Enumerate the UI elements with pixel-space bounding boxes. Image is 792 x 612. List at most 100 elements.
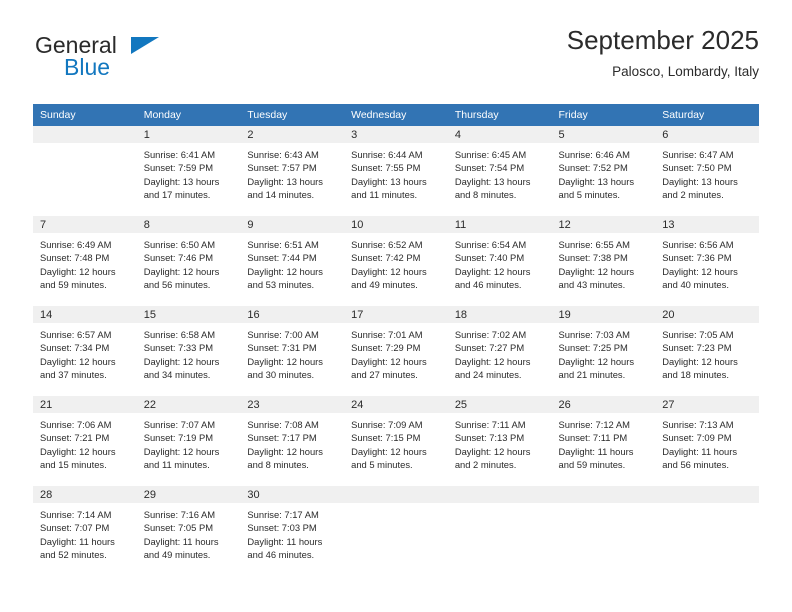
day-cell[interactable]: 10 Sunrise: 6:52 AM Sunset: 7:42 PM Dayl… [344,216,448,306]
day-cell[interactable]: 12 Sunrise: 6:55 AM Sunset: 7:38 PM Dayl… [551,216,656,306]
daylight-text: Daylight: 12 hours [454,355,531,367]
day-cell[interactable]: 24 Sunrise: 7:09 AM Sunset: 7:15 PM Dayl… [344,396,448,486]
daylight-text: Daylight: 12 hours [40,355,116,367]
day-cell-inner: 6 Sunrise: 6:47 AM Sunset: 7:50 PM Dayli… [655,126,759,216]
day-details: Sunrise: 7:05 AM Sunset: 7:23 PM Dayligh… [655,323,759,382]
daylight-text: Daylight: 13 hours [351,175,427,187]
day-number: 22 [136,396,241,413]
daylight-text-cont: and 30 minutes. [247,369,315,381]
daylight-text-cont: and 34 minutes. [143,369,211,381]
day-cell[interactable]: 3 Sunrise: 6:44 AM Sunset: 7:55 PM Dayli… [344,126,448,216]
day-cell[interactable] [33,126,137,216]
daylight-text: Daylight: 12 hours [143,445,220,457]
day-cell-inner: 18 Sunrise: 7:02 AM Sunset: 7:27 PM Dayl… [447,306,552,396]
sunset-text: Sunset: 7:54 PM [454,162,525,174]
day-cell[interactable]: 22 Sunrise: 7:07 AM Sunset: 7:19 PM Dayl… [136,396,241,486]
day-number: 20 [655,306,759,323]
daylight-text: Daylight: 11 hours [662,445,738,457]
brand-logo[interactable]: General Blue [33,26,293,88]
daylight-text: Daylight: 11 hours [247,535,323,547]
day-cell[interactable]: 2 Sunrise: 6:43 AM Sunset: 7:57 PM Dayli… [240,126,345,216]
daylight-text: Daylight: 12 hours [247,265,323,277]
day-cell-inner: 30 Sunrise: 7:17 AM Sunset: 7:03 PM Dayl… [240,486,345,576]
brand-triangle-icon [131,37,159,54]
day-details: Sunrise: 7:08 AM Sunset: 7:17 PM Dayligh… [240,413,344,472]
day-number: 17 [344,306,448,323]
day-cell[interactable]: 14 Sunrise: 6:57 AM Sunset: 7:34 PM Dayl… [33,306,137,396]
daylight-text-cont: and 2 minutes. [454,459,517,471]
sunrise-text: Sunrise: 7:17 AM [247,509,319,520]
daylight-text: Daylight: 12 hours [40,265,116,277]
day-cell-inner: 22 Sunrise: 7:07 AM Sunset: 7:19 PM Dayl… [136,396,241,486]
day-number [551,486,656,503]
calendar-week-row: 14 Sunrise: 6:57 AM Sunset: 7:34 PM Dayl… [33,306,759,396]
day-number: 15 [136,306,241,323]
day-cell-inner: 2 Sunrise: 6:43 AM Sunset: 7:57 PM Dayli… [240,126,345,216]
day-number: 5 [551,126,656,143]
day-cell[interactable]: 1 Sunrise: 6:41 AM Sunset: 7:59 PM Dayli… [136,126,241,216]
day-cell[interactable]: 6 Sunrise: 6:47 AM Sunset: 7:50 PM Dayli… [655,126,759,216]
sunset-text: Sunset: 7:31 PM [247,342,317,354]
sunset-text: Sunset: 7:17 PM [247,432,317,444]
daylight-text: Daylight: 12 hours [351,265,427,277]
day-cell[interactable] [344,486,448,576]
sunrise-text: Sunrise: 6:41 AM [143,149,216,160]
day-cell[interactable]: 5 Sunrise: 6:46 AM Sunset: 7:52 PM Dayli… [551,126,656,216]
day-cell-inner: 13 Sunrise: 6:56 AM Sunset: 7:36 PM Dayl… [655,216,759,306]
day-cell[interactable]: 21 Sunrise: 7:06 AM Sunset: 7:21 PM Dayl… [33,396,137,486]
day-details: Sunrise: 6:41 AM Sunset: 7:59 PM Dayligh… [137,143,241,202]
day-cell[interactable]: 16 Sunrise: 7:00 AM Sunset: 7:31 PM Dayl… [240,306,345,396]
daylight-text: Daylight: 12 hours [247,445,323,457]
day-cell[interactable]: 29 Sunrise: 7:16 AM Sunset: 7:05 PM Dayl… [136,486,241,576]
day-cell[interactable]: 4 Sunrise: 6:45 AM Sunset: 7:54 PM Dayli… [447,126,552,216]
sunrise-text: Sunrise: 6:47 AM [662,149,734,160]
day-details: Sunrise: 6:43 AM Sunset: 7:57 PM Dayligh… [240,143,344,202]
day-cell[interactable]: 20 Sunrise: 7:05 AM Sunset: 7:23 PM Dayl… [655,306,759,396]
daylight-text: Daylight: 12 hours [662,265,738,277]
day-cell[interactable]: 26 Sunrise: 7:12 AM Sunset: 7:11 PM Dayl… [551,396,656,486]
day-number: 4 [447,126,552,143]
day-cell[interactable] [551,486,656,576]
page-title: September 2025 [566,25,759,55]
sunrise-text: Sunrise: 7:01 AM [351,329,423,340]
day-details: Sunrise: 6:56 AM Sunset: 7:36 PM Dayligh… [655,233,759,292]
daylight-text-cont: and 15 minutes. [40,459,107,471]
day-number: 24 [344,396,448,413]
day-cell[interactable]: 15 Sunrise: 6:58 AM Sunset: 7:33 PM Dayl… [136,306,241,396]
daylight-text: Daylight: 12 hours [143,355,220,367]
day-cell[interactable]: 18 Sunrise: 7:02 AM Sunset: 7:27 PM Dayl… [447,306,552,396]
day-cell[interactable]: 9 Sunrise: 6:51 AM Sunset: 7:44 PM Dayli… [240,216,345,306]
sunset-text: Sunset: 7:07 PM [40,522,110,534]
daylight-text: Daylight: 13 hours [662,175,738,187]
sunrise-text: Sunrise: 7:03 AM [558,329,630,340]
daylight-text-cont: and 14 minutes. [247,189,315,201]
day-details: Sunrise: 7:06 AM Sunset: 7:21 PM Dayligh… [33,413,137,472]
day-cell[interactable]: 17 Sunrise: 7:01 AM Sunset: 7:29 PM Dayl… [344,306,448,396]
day-cell[interactable]: 8 Sunrise: 6:50 AM Sunset: 7:46 PM Dayli… [136,216,241,306]
daylight-text-cont: and 46 minutes. [247,549,315,561]
sunset-text: Sunset: 7:57 PM [247,162,317,174]
day-cell[interactable]: 7 Sunrise: 6:49 AM Sunset: 7:48 PM Dayli… [33,216,137,306]
day-number: 16 [240,306,345,323]
day-cell[interactable]: 13 Sunrise: 6:56 AM Sunset: 7:36 PM Dayl… [655,216,759,306]
day-cell[interactable]: 28 Sunrise: 7:14 AM Sunset: 7:07 PM Dayl… [33,486,137,576]
day-cell[interactable]: 23 Sunrise: 7:08 AM Sunset: 7:17 PM Dayl… [240,396,345,486]
day-cell[interactable]: 30 Sunrise: 7:17 AM Sunset: 7:03 PM Dayl… [240,486,345,576]
day-details: Sunrise: 7:09 AM Sunset: 7:15 PM Dayligh… [344,413,448,472]
day-cell[interactable] [447,486,552,576]
daylight-text: Daylight: 13 hours [558,175,635,187]
page-subtitle: Palosco, Lombardy, Italy [612,63,759,79]
daylight-text: Daylight: 12 hours [454,265,531,277]
day-cell[interactable]: 19 Sunrise: 7:03 AM Sunset: 7:25 PM Dayl… [551,306,656,396]
day-cell[interactable] [655,486,759,576]
day-number: 30 [240,486,345,503]
day-cell-inner: 17 Sunrise: 7:01 AM Sunset: 7:29 PM Dayl… [344,306,448,396]
day-number [655,486,759,503]
day-cell[interactable]: 27 Sunrise: 7:13 AM Sunset: 7:09 PM Dayl… [655,396,759,486]
day-cell-inner: 23 Sunrise: 7:08 AM Sunset: 7:17 PM Dayl… [240,396,345,486]
day-cell[interactable]: 25 Sunrise: 7:11 AM Sunset: 7:13 PM Dayl… [447,396,552,486]
daylight-text: Daylight: 13 hours [247,175,323,187]
daylight-text-cont: and 59 minutes. [558,459,626,471]
day-cell[interactable]: 11 Sunrise: 6:54 AM Sunset: 7:40 PM Dayl… [447,216,552,306]
sunrise-text: Sunrise: 6:58 AM [143,329,216,340]
